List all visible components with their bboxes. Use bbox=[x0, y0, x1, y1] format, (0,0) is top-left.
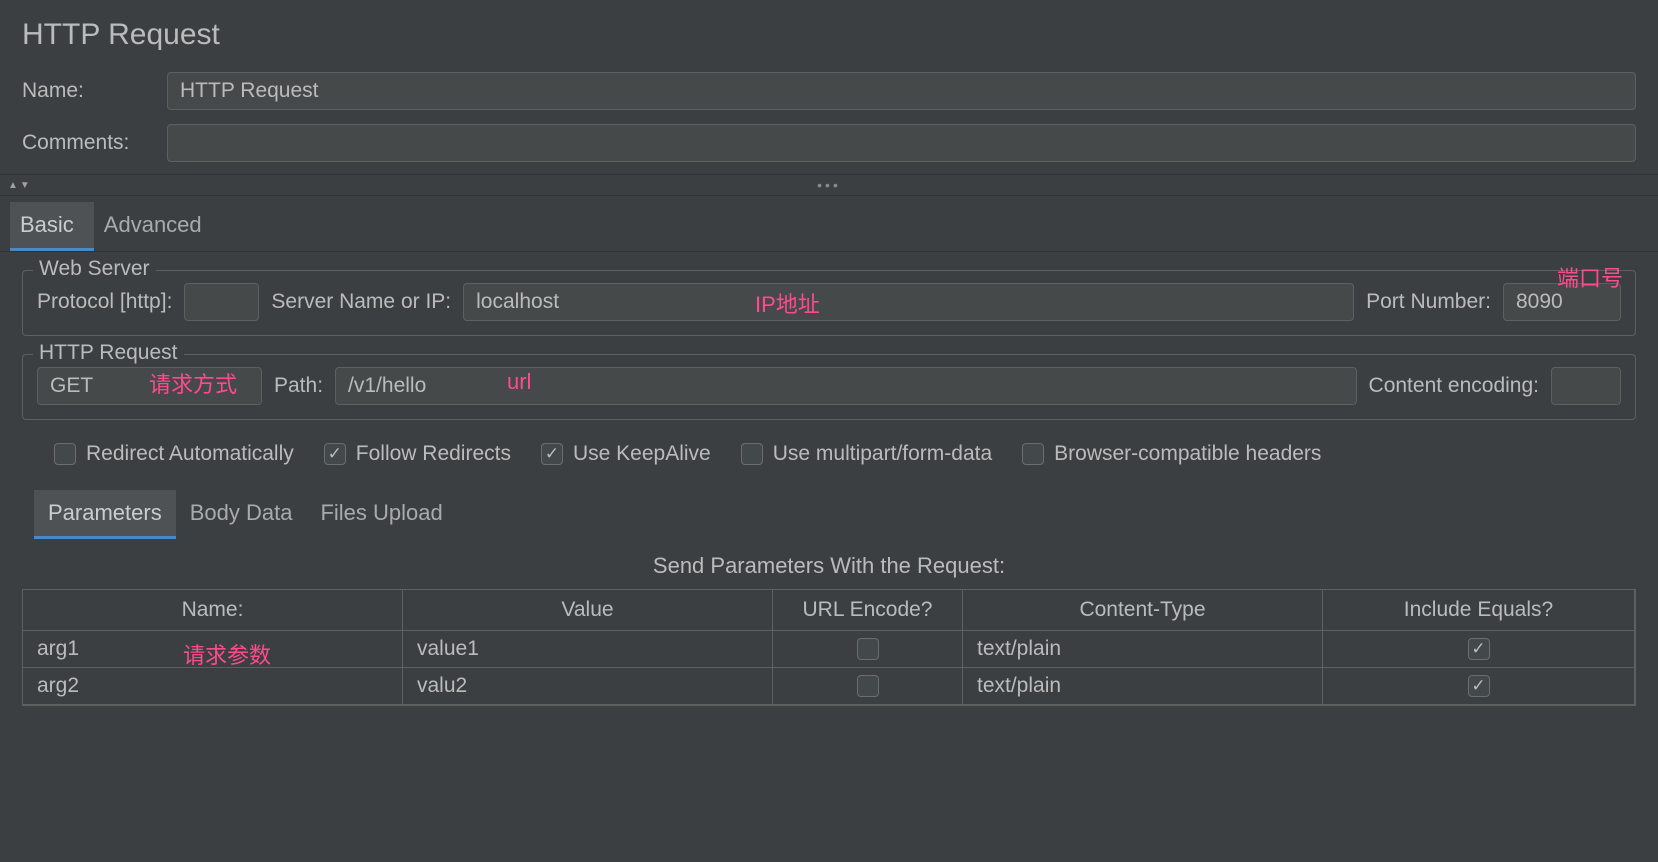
cell-name[interactable]: arg1 bbox=[23, 631, 403, 667]
name-row: Name: bbox=[0, 70, 1658, 112]
redirect-auto-checkbox[interactable] bbox=[54, 443, 76, 465]
port-label: Port Number: bbox=[1366, 290, 1491, 314]
table-header: Name: Value URL Encode? Content-Type Inc… bbox=[23, 590, 1635, 631]
page-title: HTTP Request bbox=[0, 0, 1658, 70]
encoding-input[interactable] bbox=[1551, 367, 1621, 405]
tab-body-data[interactable]: Body Data bbox=[176, 490, 307, 539]
cell-include[interactable]: ✓ bbox=[1323, 668, 1635, 704]
th-encode: URL Encode? bbox=[773, 590, 963, 631]
cell-ctype[interactable]: text/plain bbox=[963, 631, 1323, 667]
http-request-panel: HTTP Request Name: Comments: ▲ ▼ ••• Bas… bbox=[0, 0, 1658, 706]
cell-include[interactable]: ✓ bbox=[1323, 631, 1635, 667]
cell-encode[interactable] bbox=[773, 631, 963, 667]
keepalive-label: Use KeepAlive bbox=[573, 442, 711, 466]
browser-headers-label: Browser-compatible headers bbox=[1054, 442, 1321, 466]
splitter-bar[interactable]: ▲ ▼ ••• bbox=[0, 174, 1658, 196]
comments-input[interactable] bbox=[167, 124, 1636, 162]
th-include: Include Equals? bbox=[1323, 590, 1635, 631]
cell-name[interactable]: arg2 bbox=[23, 668, 403, 704]
triangle-down-icon: ▼ bbox=[20, 180, 30, 191]
multipart-checkbox[interactable] bbox=[741, 443, 763, 465]
comments-label: Comments: bbox=[22, 131, 167, 155]
cell-value[interactable]: valu2 bbox=[403, 668, 773, 704]
follow-redirects-wrap: ✓ Follow Redirects bbox=[324, 442, 511, 466]
tab-files-upload[interactable]: Files Upload bbox=[306, 490, 456, 539]
table-row[interactable]: arg1 value1 text/plain ✓ bbox=[23, 631, 1635, 668]
drag-handle-icon: ••• bbox=[817, 177, 841, 193]
tab-parameters[interactable]: Parameters bbox=[34, 490, 176, 539]
encoding-label: Content encoding: bbox=[1369, 374, 1539, 398]
th-value: Value bbox=[403, 590, 773, 631]
protocol-input[interactable] bbox=[184, 283, 259, 321]
web-server-legend: Web Server bbox=[33, 257, 156, 281]
table-row[interactable]: arg2 valu2 text/plain ✓ bbox=[23, 668, 1635, 705]
web-server-fieldset: Web Server Protocol [http]: Server Name … bbox=[22, 270, 1636, 336]
name-input[interactable] bbox=[167, 72, 1636, 110]
th-ctype: Content-Type bbox=[963, 590, 1323, 631]
multipart-label: Use multipart/form-data bbox=[773, 442, 992, 466]
server-input[interactable] bbox=[463, 283, 1354, 321]
th-name: Name: bbox=[23, 590, 403, 631]
triangle-up-icon: ▲ bbox=[8, 180, 18, 191]
tab-basic[interactable]: Basic bbox=[10, 202, 94, 251]
redirect-auto-label: Redirect Automatically bbox=[86, 442, 294, 466]
keepalive-wrap: ✓ Use KeepAlive bbox=[541, 442, 711, 466]
cell-value[interactable]: value1 bbox=[403, 631, 773, 667]
inner-tab-bar: Parameters Body Data Files Upload bbox=[34, 490, 1636, 539]
encode-checkbox[interactable] bbox=[857, 675, 879, 697]
include-checkbox[interactable]: ✓ bbox=[1468, 638, 1490, 660]
follow-redirects-checkbox[interactable]: ✓ bbox=[324, 443, 346, 465]
cell-ctype[interactable]: text/plain bbox=[963, 668, 1323, 704]
cell-encode[interactable] bbox=[773, 668, 963, 704]
options-row: Redirect Automatically ✓ Follow Redirect… bbox=[40, 442, 1636, 466]
include-checkbox[interactable]: ✓ bbox=[1468, 675, 1490, 697]
comments-row: Comments: bbox=[0, 122, 1658, 164]
method-select[interactable] bbox=[37, 367, 262, 405]
http-request-legend: HTTP Request bbox=[33, 341, 184, 365]
params-heading: Send Parameters With the Request: bbox=[0, 539, 1658, 589]
main-tab-bar: Basic Advanced bbox=[0, 202, 1658, 252]
browser-headers-wrap: Browser-compatible headers bbox=[1022, 442, 1321, 466]
port-input[interactable] bbox=[1503, 283, 1621, 321]
params-table: Name: Value URL Encode? Content-Type Inc… bbox=[22, 589, 1636, 706]
protocol-label: Protocol [http]: bbox=[37, 290, 172, 314]
encode-checkbox[interactable] bbox=[857, 638, 879, 660]
server-label: Server Name or IP: bbox=[271, 290, 451, 314]
browser-headers-checkbox[interactable] bbox=[1022, 443, 1044, 465]
follow-redirects-label: Follow Redirects bbox=[356, 442, 511, 466]
path-input[interactable] bbox=[335, 367, 1356, 405]
http-request-fieldset: HTTP Request Path: Content encoding: 请求方… bbox=[22, 354, 1636, 420]
tab-advanced[interactable]: Advanced bbox=[94, 202, 222, 251]
name-label: Name: bbox=[22, 79, 167, 103]
redirect-auto-wrap: Redirect Automatically bbox=[54, 442, 294, 466]
keepalive-checkbox[interactable]: ✓ bbox=[541, 443, 563, 465]
path-label: Path: bbox=[274, 374, 323, 398]
multipart-wrap: Use multipart/form-data bbox=[741, 442, 992, 466]
